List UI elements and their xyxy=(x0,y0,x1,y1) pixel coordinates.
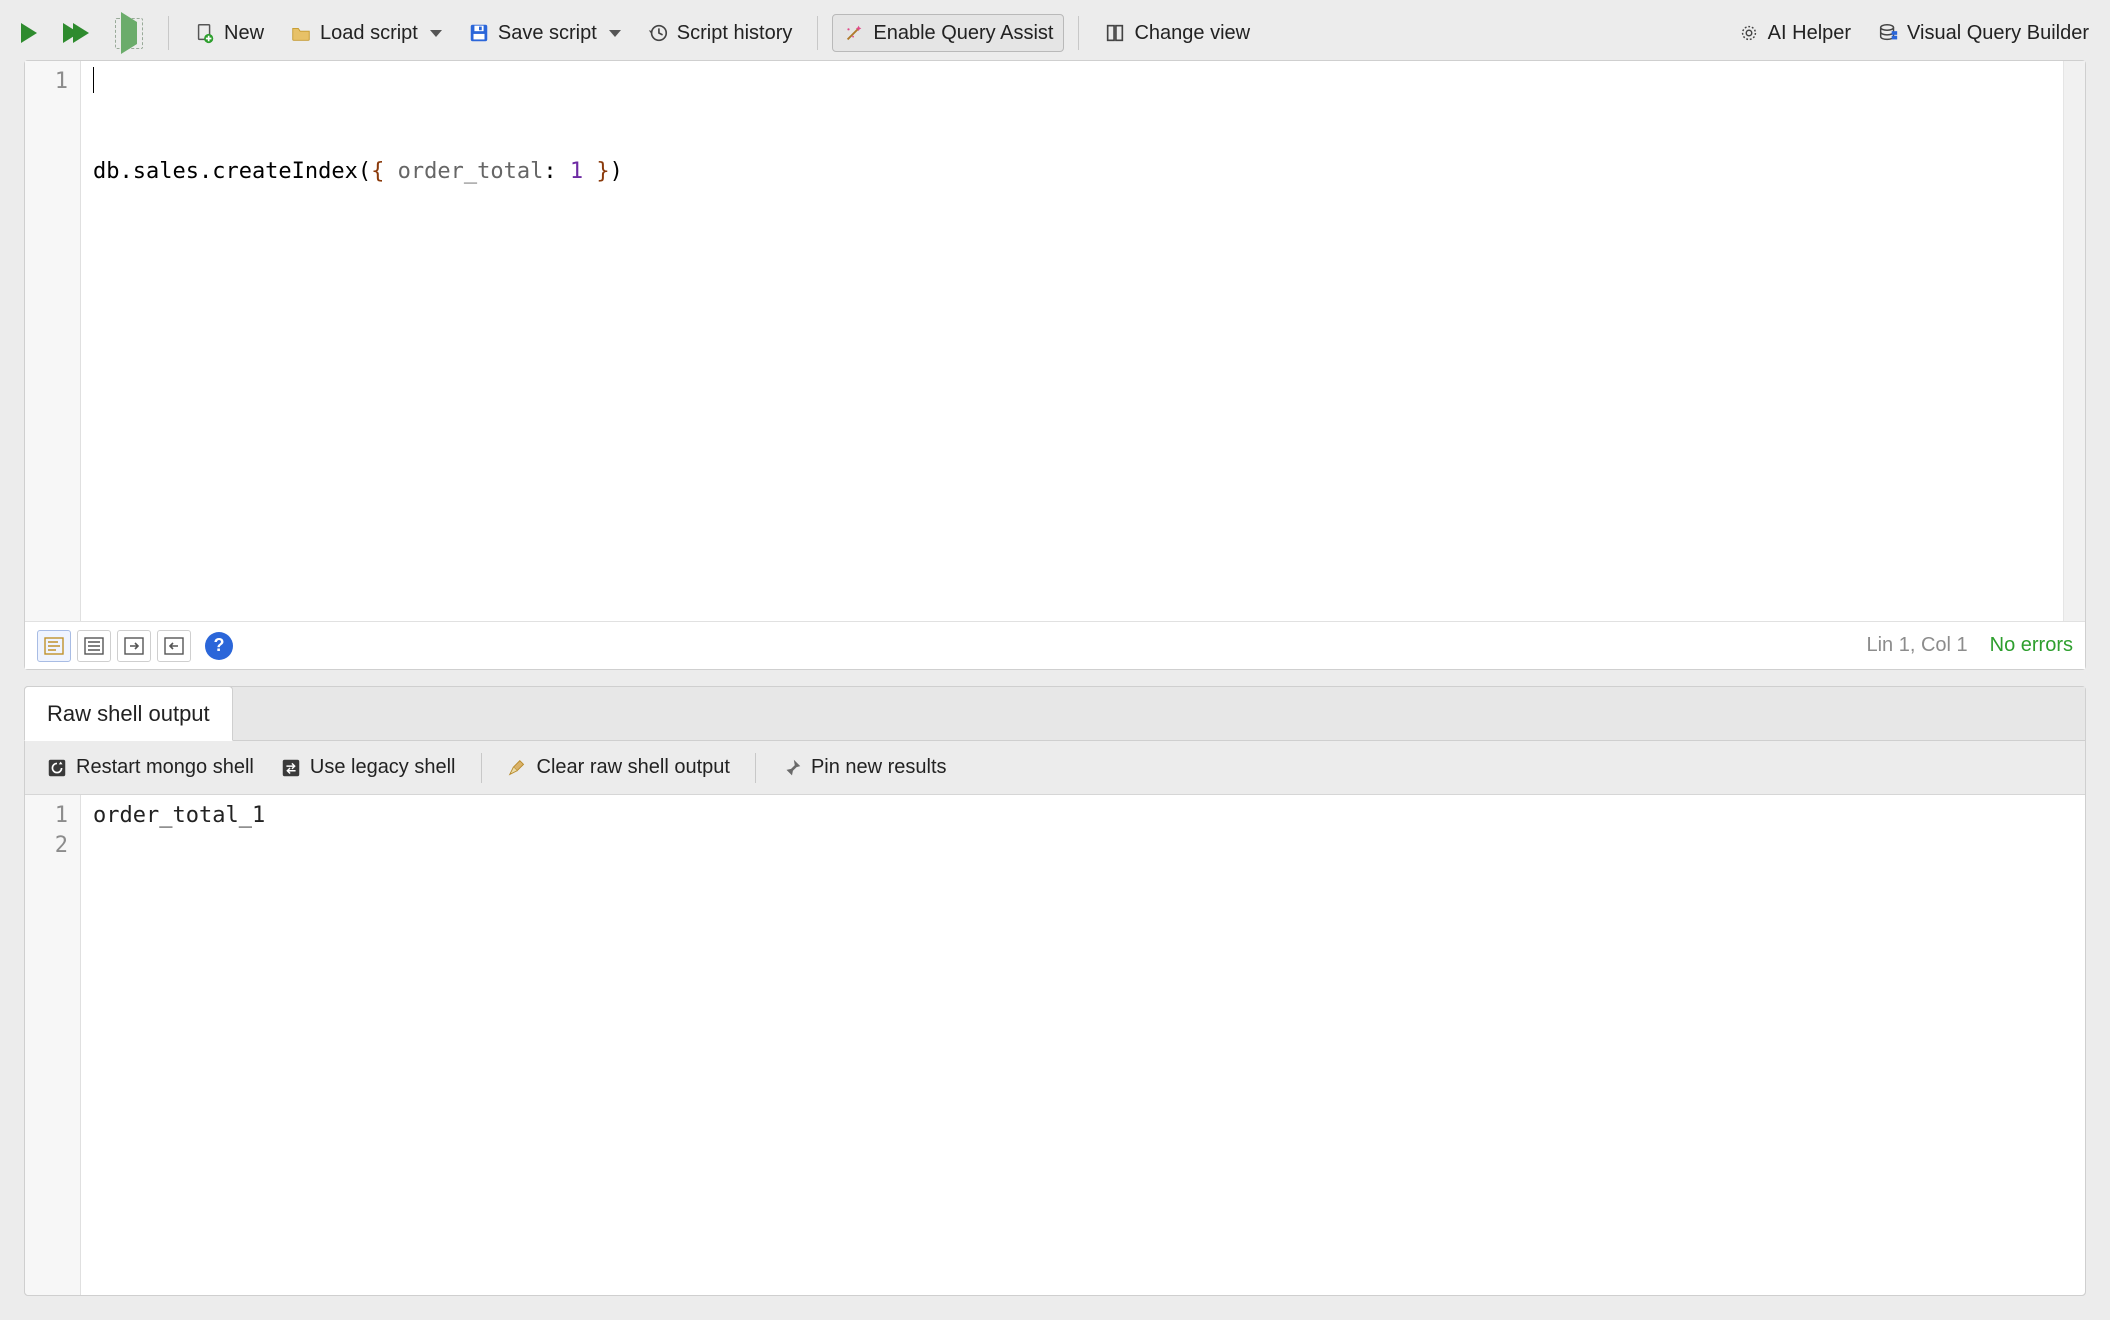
tab-label: Raw shell output xyxy=(47,701,210,727)
chevron-down-icon xyxy=(609,30,621,37)
save-script-label: Save script xyxy=(498,22,597,45)
tab-raw-shell-output[interactable]: Raw shell output xyxy=(24,686,233,741)
change-view-button[interactable]: Change view xyxy=(1093,14,1261,52)
toolbar-separator xyxy=(755,753,756,783)
error-status: No errors xyxy=(1990,634,2073,657)
footer-view-1-button[interactable] xyxy=(37,630,71,662)
editor-footer: ? Lin 1, Col 1 No errors xyxy=(25,621,2085,669)
help-icon[interactable]: ? xyxy=(205,632,233,660)
toolbar-separator xyxy=(817,16,818,50)
editor-status: Lin 1, Col 1 No errors xyxy=(1866,634,2073,657)
visual-query-builder-label: Visual Query Builder xyxy=(1907,22,2089,45)
new-button[interactable]: New xyxy=(183,14,275,52)
pin-icon xyxy=(781,757,803,779)
line-number: 1 xyxy=(31,67,68,97)
line-number: 2 xyxy=(31,831,68,861)
output-code: order_total_1 xyxy=(81,795,2085,1295)
new-label: New xyxy=(224,22,264,45)
cursor-position: Lin 1, Col 1 xyxy=(1866,634,1967,657)
change-view-label: Change view xyxy=(1134,22,1250,45)
restart-shell-button[interactable]: Restart mongo shell xyxy=(35,749,265,787)
script-history-label: Script history xyxy=(677,22,793,45)
script-history-button[interactable]: Script history xyxy=(636,14,804,52)
footer-view-2-button[interactable] xyxy=(77,630,111,662)
code-line[interactable]: db.sales.createIndex({ order_total: 1 }) xyxy=(93,157,2051,187)
toolbar-separator xyxy=(481,753,482,783)
load-script-button[interactable]: Load script xyxy=(279,14,453,52)
split-view-icon xyxy=(1104,22,1126,44)
pin-results-button[interactable]: Pin new results xyxy=(770,749,958,787)
editor-gutter: 1 xyxy=(25,61,81,621)
footer-view-4-button[interactable] xyxy=(157,630,191,662)
scrollbar-stub[interactable] xyxy=(2063,61,2085,621)
chevron-down-icon xyxy=(430,30,442,37)
folder-icon xyxy=(290,22,312,44)
use-legacy-shell-label: Use legacy shell xyxy=(310,756,456,779)
broom-icon xyxy=(507,757,529,779)
output-toolbar: Restart mongo shell Use legacy shell Cle… xyxy=(25,741,2085,795)
pin-results-label: Pin new results xyxy=(811,756,947,779)
footer-view-3-button[interactable] xyxy=(117,630,151,662)
clear-output-label: Clear raw shell output xyxy=(537,756,730,779)
history-icon xyxy=(647,22,669,44)
restart-icon xyxy=(46,757,68,779)
ai-helper-label: AI Helper xyxy=(1768,22,1851,45)
code-editor[interactable]: 1 db.sales.createIndex({ order_total: 1 … xyxy=(25,61,2085,621)
output-panel: Raw shell output Restart mongo shell Use… xyxy=(24,686,2086,1296)
run-all-button[interactable] xyxy=(52,14,100,52)
swap-icon xyxy=(280,757,302,779)
ai-helper-icon xyxy=(1738,22,1760,44)
line-number: 1 xyxy=(31,801,68,831)
new-file-icon xyxy=(194,22,216,44)
save-icon xyxy=(468,22,490,44)
restart-shell-label: Restart mongo shell xyxy=(76,756,254,779)
editor-panel: 1 db.sales.createIndex({ order_total: 1 … xyxy=(24,60,2086,670)
use-legacy-shell-button[interactable]: Use legacy shell xyxy=(269,749,467,787)
toolbar-separator xyxy=(168,16,169,50)
output-editor[interactable]: 12 order_total_1 xyxy=(25,795,2085,1295)
visual-query-builder-button[interactable]: Visual Query Builder xyxy=(1866,14,2100,52)
wand-icon xyxy=(843,22,865,44)
load-script-label: Load script xyxy=(320,22,418,45)
toolbar-separator xyxy=(1078,16,1079,50)
database-icon xyxy=(1877,22,1899,44)
run-selection-button[interactable] xyxy=(104,14,154,52)
run-button[interactable] xyxy=(10,14,48,52)
app-root: New Load script Save script Script histo… xyxy=(0,0,2110,1320)
output-gutter: 12 xyxy=(25,795,81,1295)
output-tabs: Raw shell output xyxy=(25,687,2085,741)
enable-query-assist-button[interactable]: Enable Query Assist xyxy=(832,14,1064,52)
enable-query-assist-label: Enable Query Assist xyxy=(873,22,1053,45)
main-toolbar: New Load script Save script Script histo… xyxy=(0,6,2110,60)
editor-code[interactable]: db.sales.createIndex({ order_total: 1 }) xyxy=(81,61,2063,621)
clear-output-button[interactable]: Clear raw shell output xyxy=(496,749,741,787)
text-cursor xyxy=(93,67,94,93)
save-script-button[interactable]: Save script xyxy=(457,14,632,52)
ai-helper-button[interactable]: AI Helper xyxy=(1727,14,1862,52)
output-line: order_total_1 xyxy=(93,801,2073,831)
